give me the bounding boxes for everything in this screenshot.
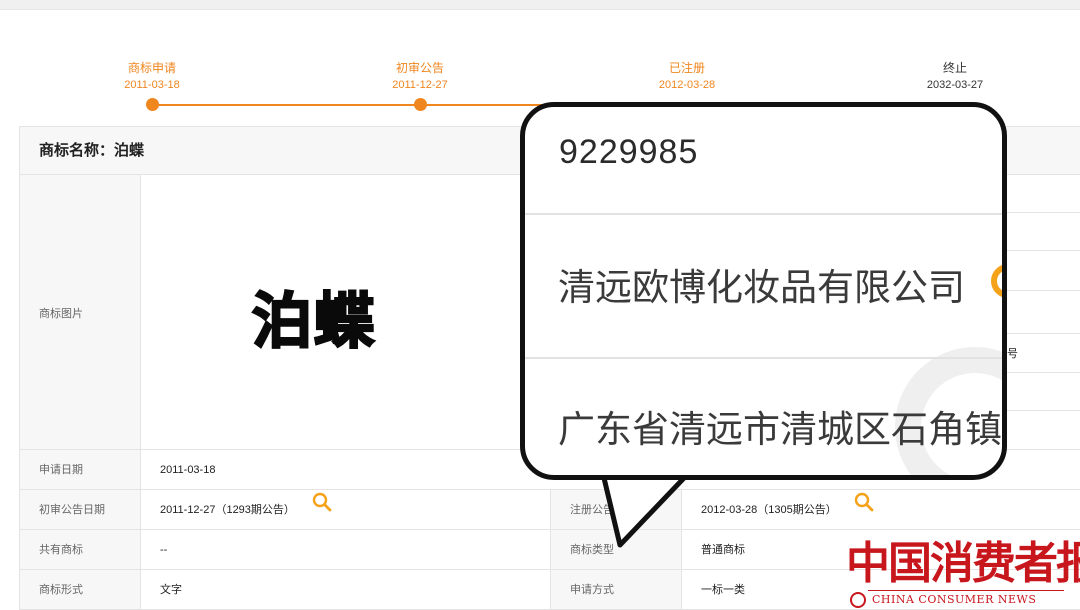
china-consumer-news-logo: 中国消费者报 CHINA CONSUMER NEWS bbox=[846, 538, 1080, 610]
table-row: 初审公告日期 2011-12-27（1293期公告） 注册公告 2012-03-… bbox=[19, 490, 1080, 530]
divider bbox=[1000, 212, 1080, 213]
field-label: 注册公告 bbox=[550, 490, 682, 529]
field-value: -- bbox=[160, 544, 168, 556]
timeline-step-termination: 终止 2032-03-27 bbox=[885, 60, 1025, 92]
field-value-cell: 2011-12-27（1293期公告） bbox=[141, 490, 551, 529]
timeline-segment bbox=[152, 104, 420, 106]
timeline-step-application: 商标申请 2011-03-18 bbox=[82, 60, 222, 92]
registration-number: 9229985 bbox=[559, 133, 699, 171]
field-value: 文字 bbox=[160, 584, 182, 596]
logo-text-en: CHINA CONSUMER NEWS bbox=[872, 593, 1037, 606]
timeline-step-registered: 已注册 2012-03-28 bbox=[617, 60, 757, 92]
search-icon[interactable] bbox=[991, 264, 1002, 298]
field-label: 商标形式 bbox=[20, 570, 141, 609]
timeline-step-label: 已注册 bbox=[668, 61, 705, 75]
trademark-image-label: 商标图片 bbox=[39, 308, 83, 320]
divider bbox=[1000, 290, 1080, 291]
field-label: 商标类型 bbox=[550, 530, 682, 569]
field-value: 2011-03-18 bbox=[160, 464, 216, 476]
timeline-step-date: 2011-03-18 bbox=[124, 79, 180, 91]
divider bbox=[525, 213, 1002, 215]
timeline-step-label: 终止 bbox=[942, 61, 967, 75]
logo-text-cn: 中国消费者报 bbox=[846, 538, 1080, 589]
divider bbox=[1000, 372, 1080, 373]
field-value: 2012-03-28（1305期公告） bbox=[701, 504, 837, 516]
field-label: 申请日期 bbox=[20, 450, 141, 489]
logo-rule bbox=[868, 590, 1064, 591]
divider bbox=[1000, 333, 1080, 334]
trademark-detail-page: { "timeline": { "steps": [ {"label": "商标… bbox=[0, 0, 1080, 610]
timeline-step-date: 2011-12-27 bbox=[392, 79, 448, 91]
timeline-step-label: 商标申请 bbox=[127, 61, 176, 75]
field-label: 申请方式 bbox=[550, 570, 682, 609]
timeline-dot bbox=[414, 98, 427, 111]
partial-value-text: 号 bbox=[1007, 348, 1018, 360]
timeline-step-date: 2032-03-27 bbox=[926, 79, 984, 91]
search-icon[interactable] bbox=[854, 489, 874, 529]
field-value-cell: 2012-03-28（1305期公告） bbox=[682, 490, 1080, 529]
field-label: 初审公告日期 bbox=[20, 490, 141, 529]
trademark-logo: 泊蝶 bbox=[251, 286, 376, 359]
field-label: 共有商标 bbox=[20, 530, 141, 569]
search-icon[interactable] bbox=[312, 489, 332, 529]
trademark-image-label-cell: 商标图片 bbox=[20, 175, 141, 449]
applicant-name: 清远欧博化妆品有限公司 bbox=[558, 267, 965, 308]
logo-emblem-icon bbox=[850, 592, 866, 608]
field-value: 2011-12-27（1293期公告） bbox=[160, 504, 295, 516]
divider bbox=[525, 357, 1002, 359]
divider bbox=[1000, 410, 1080, 411]
timeline-step-label: 初审公告 bbox=[395, 61, 444, 75]
timeline-step-preliminary: 初审公告 2011-12-27 bbox=[350, 60, 490, 92]
timeline-dot bbox=[146, 98, 159, 111]
divider bbox=[1000, 250, 1080, 251]
callout-body: 9229985 清远欧博化妆品有限公司 广东省清远市清城区石角镇 bbox=[520, 102, 1007, 480]
timeline-step-date: 2012-03-28 bbox=[658, 79, 716, 91]
applicant-address: 广东省清远市清城区石角镇 bbox=[558, 409, 1002, 450]
